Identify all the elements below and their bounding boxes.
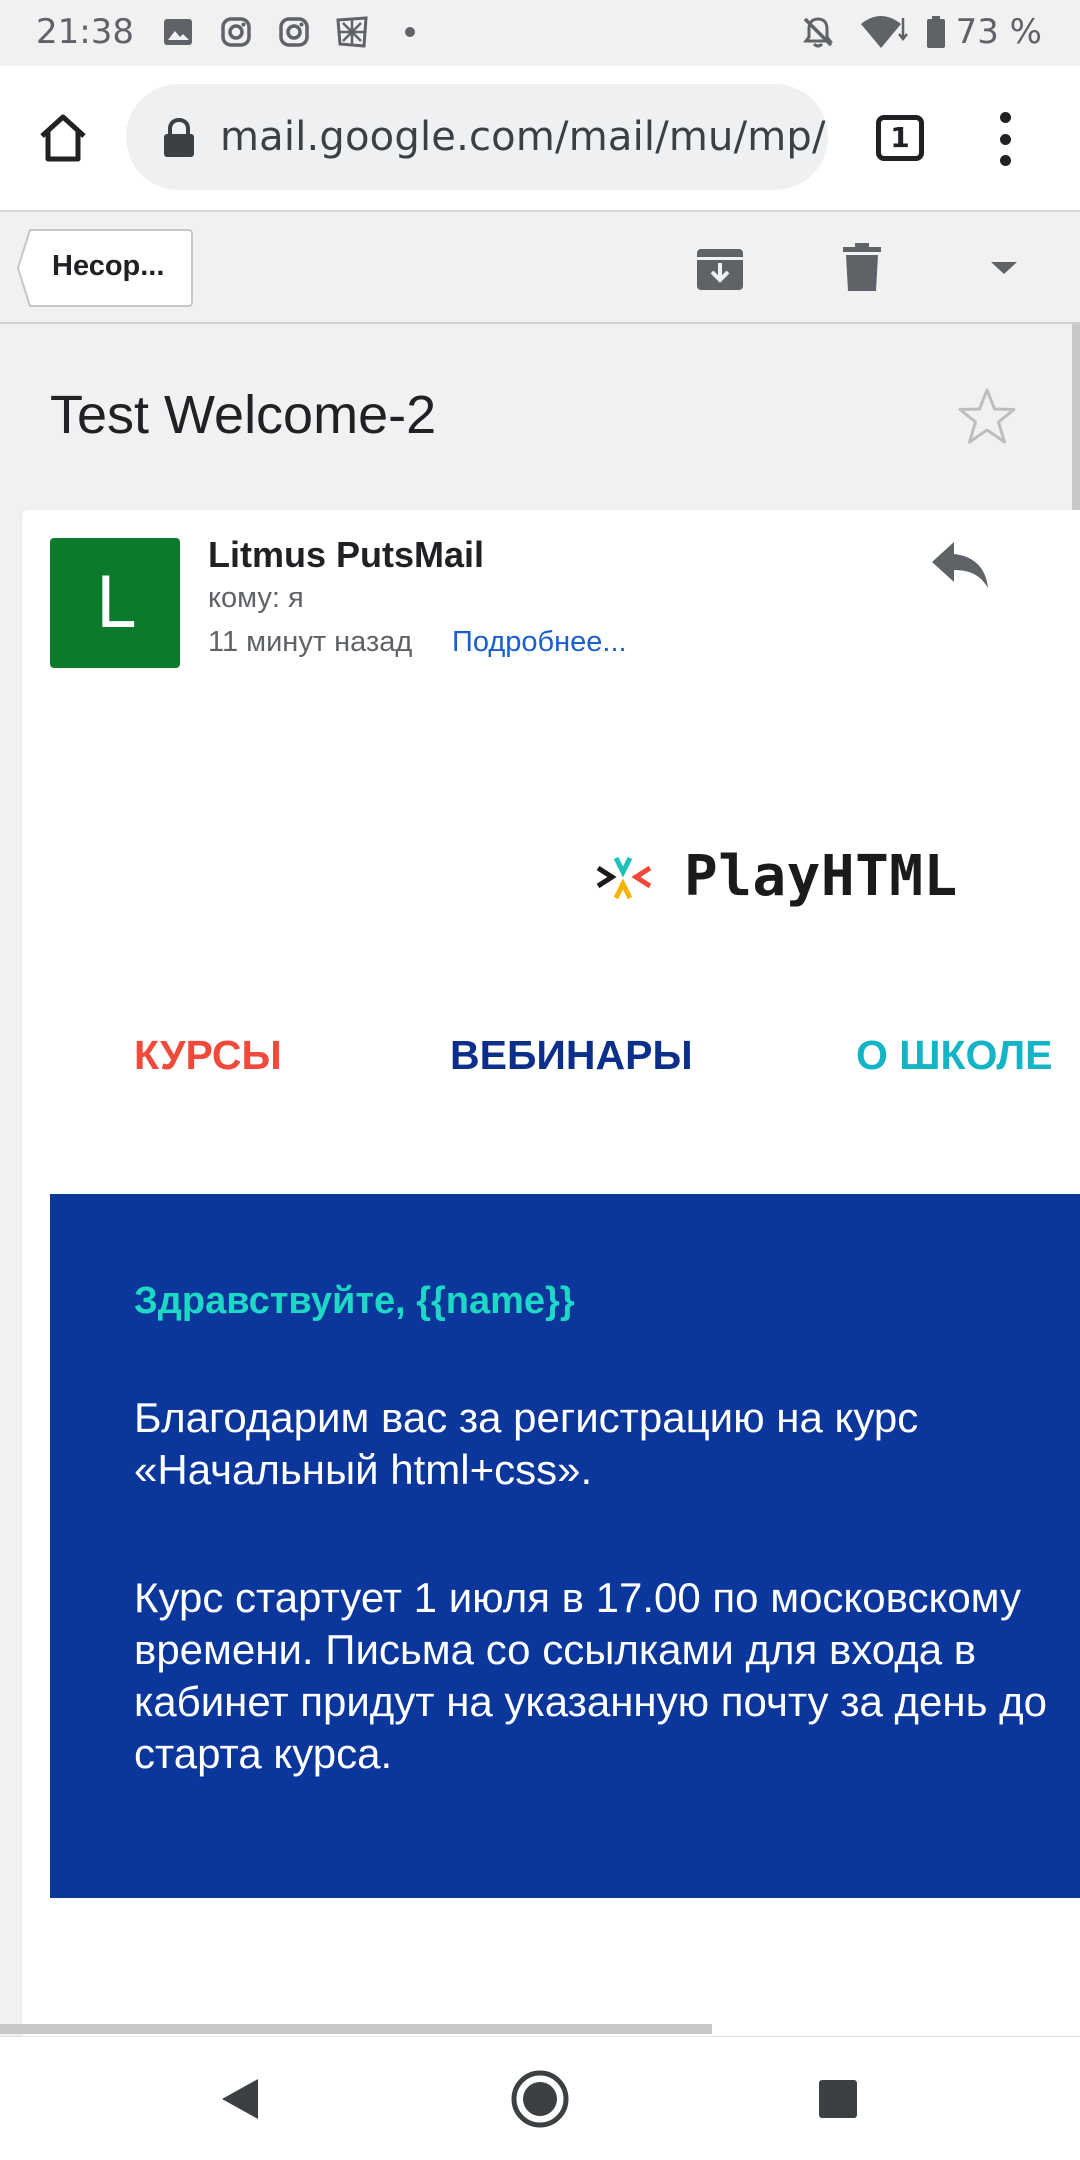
status-bar: 21:38 73 % (0, 0, 1080, 66)
avatar[interactable]: L (50, 538, 180, 668)
recents-square-icon (819, 2080, 857, 2118)
email-subject: Test Welcome-2 (50, 385, 437, 445)
chevron-down-icon (991, 262, 1017, 274)
details-link[interactable]: Подробнее... (452, 626, 627, 659)
star-icon[interactable] (956, 386, 1018, 448)
nav-link-courses[interactable]: КУРСЫ (134, 1032, 282, 1079)
instagram-icon (276, 14, 312, 50)
nav-link-about-school[interactable]: О ШКОЛЕ (856, 1032, 1053, 1079)
logo-text: PlayHTML (684, 844, 958, 909)
more-actions-button[interactable] (974, 238, 1034, 298)
system-navigation-bar (0, 2036, 1080, 2160)
recipient-line: кому: я (208, 582, 304, 614)
course-start-paragraph: Курс стартует 1 июля в 17.00 по московск… (134, 1574, 1047, 1777)
trash-icon (843, 243, 881, 291)
instagram-icon (218, 14, 254, 50)
dot-icon (392, 14, 428, 50)
mail-toolbar: Несор... (0, 210, 1080, 324)
message-card: L Litmus PutsMail кому: я 11 минут назад… (22, 510, 1080, 2036)
greeting: Здравствуйте, {{name}} (134, 1280, 575, 1322)
app-icon (334, 14, 370, 50)
battery-icon (924, 14, 948, 50)
recents-button[interactable] (808, 2069, 868, 2129)
horizontal-scrollbar[interactable] (0, 2024, 712, 2034)
image-icon (160, 14, 196, 50)
archive-button[interactable] (690, 238, 750, 298)
address-bar[interactable]: mail.google.com/mail/mu/mp/8 (126, 84, 828, 190)
tabs-button[interactable]: 1 (876, 115, 924, 161)
delete-button[interactable] (832, 238, 892, 298)
battery-percent: 73 % (955, 12, 1042, 52)
home-icon (40, 114, 86, 162)
lock-icon (164, 118, 194, 157)
thanks-paragraph: Благодарим вас за регистрацию на курс «Н… (134, 1394, 919, 1493)
browser-toolbar: mail.google.com/mail/mu/mp/8 1 (0, 66, 1080, 210)
home-circle-icon (511, 2070, 569, 2128)
playhtml-logo[interactable]: PlayHTML (592, 840, 1012, 920)
welcome-block: Здравствуйте, {{name}} Благодарим вас за… (50, 1194, 1080, 1898)
status-time: 21:38 (36, 12, 134, 52)
home-button[interactable] (34, 109, 92, 167)
url-text[interactable]: mail.google.com/mail/mu/mp/8 (220, 114, 828, 160)
back-triangle-icon (222, 2079, 258, 2119)
playhtml-logo-mark (596, 856, 652, 900)
archive-icon (697, 249, 743, 290)
back-label: Несор... (52, 250, 165, 282)
message-time: 11 минут назад (208, 626, 413, 658)
home-nav-button[interactable] (510, 2069, 570, 2129)
wifi-icon (858, 14, 910, 50)
nav-link-webinars[interactable]: ВЕБИНАРЫ (450, 1032, 693, 1079)
back-button[interactable] (210, 2069, 270, 2129)
mute-icon (800, 14, 836, 50)
message-view[interactable]: Test Welcome-2 L Litmus PutsMail кому: я… (0, 324, 1080, 2036)
more-menu-button[interactable] (990, 110, 1020, 168)
reply-icon[interactable] (928, 536, 992, 592)
sender-name[interactable]: Litmus PutsMail (208, 534, 484, 576)
back-to-folder-button[interactable]: Несор... (16, 228, 194, 308)
